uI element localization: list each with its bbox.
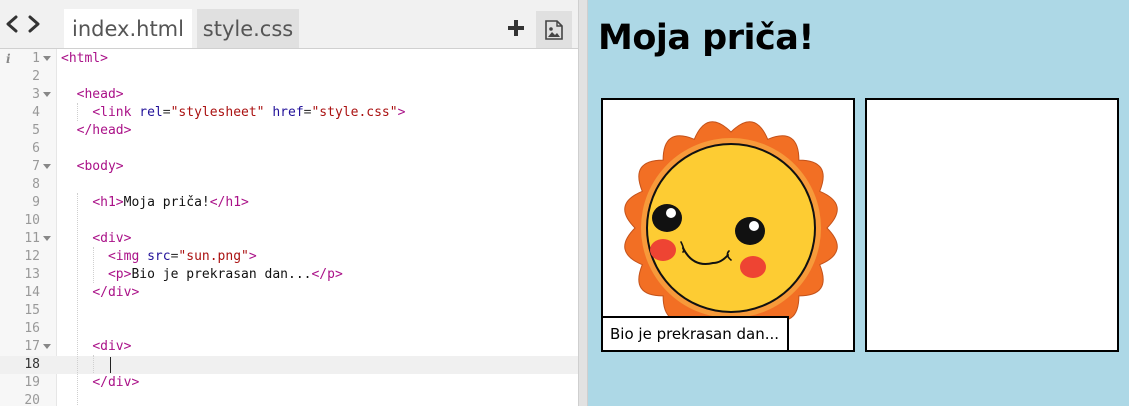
code-line[interactable]: 6 bbox=[0, 140, 578, 158]
line-number: 19 bbox=[24, 375, 40, 390]
line-number: 1 bbox=[32, 51, 40, 66]
pane-splitter[interactable] bbox=[578, 0, 588, 406]
code-text: <div> bbox=[92, 339, 132, 354]
line-number: 14 bbox=[24, 285, 40, 300]
fold-arrow-icon[interactable] bbox=[43, 236, 51, 241]
text-cursor bbox=[110, 357, 111, 373]
code-line[interactable]: 7 <body> bbox=[0, 158, 578, 176]
line-number: 8 bbox=[32, 177, 40, 192]
code-line[interactable]: 11 <div> bbox=[0, 230, 578, 248]
sun-image bbox=[624, 121, 838, 335]
line-number: 15 bbox=[24, 303, 40, 318]
code-line[interactable]: 16 bbox=[0, 320, 578, 338]
line-number: 18 bbox=[24, 357, 40, 372]
code-text: <link rel="stylesheet" href="style.css"> bbox=[92, 105, 406, 120]
code-line[interactable]: 3 <head> bbox=[0, 86, 578, 104]
preview-pane: Moja priča! Bio je prekrasan dan... bbox=[588, 0, 1129, 406]
line-number: 4 bbox=[32, 105, 40, 120]
code-line[interactable]: 19 </div> bbox=[0, 374, 578, 392]
forward-arrow-icon[interactable] bbox=[24, 12, 44, 36]
tab-style-css[interactable]: style.css bbox=[197, 9, 299, 48]
line-number: 5 bbox=[32, 123, 40, 138]
code-line[interactable]: 9 <h1>Moja priča!</h1> bbox=[0, 194, 578, 212]
code-line[interactable]: 15 bbox=[0, 302, 578, 320]
line-number: 9 bbox=[32, 195, 40, 210]
code-line[interactable]: 1 <html> bbox=[0, 50, 578, 68]
code-line[interactable]: 5 </head> bbox=[0, 122, 578, 140]
code-line[interactable]: 13 <p>Bio je prekrasan dan...</p> bbox=[0, 266, 578, 284]
line-number: 12 bbox=[24, 249, 40, 264]
code-line[interactable]: 12 <img src="sun.png"> bbox=[0, 248, 578, 266]
line-number: 6 bbox=[32, 141, 40, 156]
code-text: <p>Bio je prekrasan dan...</p> bbox=[107, 267, 343, 282]
line-number: 16 bbox=[24, 321, 40, 336]
line-number: 2 bbox=[32, 69, 40, 84]
code-text: <div> bbox=[92, 231, 132, 246]
code-text: <h1>Moja priča!</h1> bbox=[92, 195, 249, 210]
fold-arrow-icon[interactable] bbox=[43, 164, 51, 169]
fold-arrow-icon[interactable] bbox=[43, 344, 51, 349]
tab-index-html[interactable]: index.html bbox=[64, 9, 192, 48]
code-line[interactable]: 17 <div> bbox=[0, 338, 578, 356]
code-text: <body> bbox=[76, 159, 124, 174]
editor-tab-bar: index.html style.css bbox=[0, 0, 578, 49]
code-text: <head> bbox=[76, 87, 124, 102]
story-panel-1: Bio je prekrasan dan... bbox=[601, 98, 855, 352]
indent-guide bbox=[77, 193, 78, 406]
back-arrow-icon[interactable] bbox=[2, 12, 22, 36]
code-editor: index.html style.css i 1 <html> 2 3 <head> 4… bbox=[0, 0, 578, 406]
fold-arrow-icon[interactable] bbox=[43, 92, 51, 97]
line-number: 7 bbox=[32, 159, 40, 174]
code-line[interactable]: 20 bbox=[0, 392, 578, 406]
story-panel-2 bbox=[865, 98, 1119, 352]
line-number: 11 bbox=[24, 231, 40, 246]
code-line[interactable]: 10 bbox=[0, 212, 578, 230]
panel-caption: Bio je prekrasan dan... bbox=[603, 316, 789, 350]
code-area[interactable]: i 1 <html> 2 3 <head> 4 <link rel="styleshee… bbox=[0, 49, 578, 406]
line-number: 10 bbox=[24, 213, 40, 228]
code-text: </div> bbox=[92, 375, 140, 390]
code-line[interactable]: 18 bbox=[0, 356, 578, 374]
code-line[interactable]: 4 <link rel="stylesheet" href="style.css… bbox=[0, 104, 578, 122]
line-number: 17 bbox=[24, 339, 40, 354]
page-title: Moja priča! bbox=[598, 18, 814, 58]
code-line[interactable]: 8 bbox=[0, 176, 578, 194]
code-line[interactable]: 14 </div> bbox=[0, 284, 578, 302]
code-text: <html> bbox=[61, 51, 108, 66]
indent-guide bbox=[77, 103, 78, 121]
code-text: </div> bbox=[92, 285, 140, 300]
line-number: 20 bbox=[24, 393, 40, 406]
indent-guide bbox=[93, 355, 94, 373]
indent-guide bbox=[93, 247, 94, 283]
image-icon[interactable] bbox=[536, 11, 572, 48]
line-number: 13 bbox=[24, 267, 40, 282]
plus-icon[interactable] bbox=[506, 18, 526, 38]
code-text: </head> bbox=[76, 123, 132, 138]
line-number: 3 bbox=[32, 87, 40, 102]
code-text: <img src="sun.png"> bbox=[107, 249, 257, 264]
fold-arrow-icon[interactable] bbox=[43, 56, 51, 61]
code-line[interactable]: 2 bbox=[0, 68, 578, 86]
